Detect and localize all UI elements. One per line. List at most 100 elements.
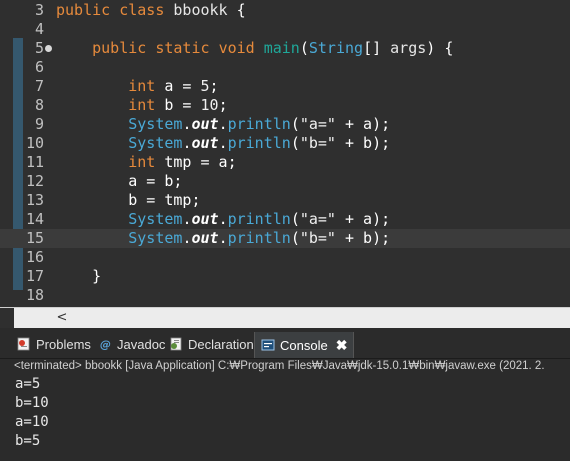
code-token: int	[128, 153, 156, 171]
tab-problems-label: Problems	[36, 337, 91, 352]
line-number: 17	[25, 267, 44, 285]
code-token: {	[227, 1, 246, 19]
code-text: int tmp = a;	[56, 153, 236, 172]
code-token: .	[218, 229, 228, 247]
code-token: a =	[155, 77, 201, 95]
code-editor[interactable]: 3 public class bbookk {4 5 public static v…	[0, 0, 570, 307]
code-line[interactable]: 4	[0, 20, 570, 39]
code-line[interactable]: 15 System.out.println("b=" + b);	[0, 229, 570, 248]
tab-console-label: Console	[280, 338, 328, 353]
code-token: ) {	[426, 39, 454, 57]
code-line[interactable]: 16	[0, 248, 570, 267]
code-token: b =	[155, 96, 201, 114]
code-line[interactable]: 17 }	[0, 267, 570, 286]
ide-window: 3 public class bbookk {4 5 public static v…	[0, 0, 570, 461]
code-token: 5	[200, 77, 210, 95]
console-icon	[261, 335, 275, 351]
code-line[interactable]: 9 System.out.println("a=" + a);	[0, 115, 570, 134]
code-text: System.out.println("a=" + a);	[56, 115, 390, 134]
code-token: "a="	[299, 115, 336, 133]
code-text: public class bbookk {	[56, 1, 246, 20]
code-token: .	[218, 115, 228, 133]
close-console-icon[interactable]: ✖	[336, 332, 348, 358]
editor-horizontal-scrollbar[interactable]: <	[0, 307, 570, 328]
code-token: 10	[200, 96, 219, 114]
code-token: []	[363, 39, 391, 57]
code-text: System.out.println("a=" + a);	[56, 210, 390, 229]
code-token: ;	[218, 96, 228, 114]
code-token: args	[390, 39, 427, 57]
console-output-line: a=10	[15, 414, 49, 430]
code-text: b = tmp;	[56, 191, 201, 210]
console-left-margin	[0, 359, 12, 461]
code-text: int a = 5;	[56, 77, 219, 96]
code-token: public	[92, 39, 147, 57]
console-output-line: b=10	[15, 395, 49, 411]
code-line[interactable]: 11 int tmp = a;	[0, 153, 570, 172]
code-token: int	[128, 77, 156, 95]
code-line[interactable]: 10 System.out.println("b=" + b);	[0, 134, 570, 153]
problems-icon	[17, 337, 31, 351]
console-output-line: b=5	[15, 433, 41, 449]
tab-declaration[interactable]: Declaration	[169, 335, 254, 355]
line-number: 9	[34, 115, 44, 133]
code-line[interactable]: 18	[0, 286, 570, 305]
code-token: out	[191, 115, 219, 133]
code-token: System	[128, 210, 183, 228]
code-token: "b="	[299, 229, 336, 247]
code-token: ;	[209, 77, 219, 95]
code-line[interactable]: 12 a = b;	[0, 172, 570, 191]
code-token: + a);	[335, 115, 391, 133]
code-text: int b = 10;	[56, 96, 228, 115]
code-token: b = tmp;	[56, 191, 201, 209]
javadoc-icon: @	[98, 337, 112, 351]
line-number: 11	[25, 153, 44, 171]
fold-collapse-icon[interactable]	[45, 45, 52, 52]
scroll-left-arrow-icon[interactable]: <	[52, 308, 72, 328]
code-line[interactable]: 7 int a = 5;	[0, 77, 570, 96]
code-token: println	[227, 115, 291, 133]
code-text: public static void main(String[] args) {	[56, 39, 453, 58]
code-line[interactable]: 13 b = tmp;	[0, 191, 570, 210]
code-token: static	[155, 39, 210, 57]
declaration-icon	[169, 337, 183, 351]
gutter-filler	[0, 308, 14, 328]
code-token: }	[56, 267, 102, 285]
code-token: + b);	[335, 229, 391, 247]
code-token: + a);	[335, 210, 391, 228]
code-line[interactable]: 5 public static void main(String[] args)…	[0, 39, 570, 58]
code-token: main	[263, 39, 300, 57]
code-line[interactable]: 6	[0, 58, 570, 77]
code-line[interactable]: 14 System.out.println("a=" + a);	[0, 210, 570, 229]
code-token: .	[218, 210, 228, 228]
tab-javadoc[interactable]: @ Javadoc	[98, 335, 165, 355]
code-token: a = b;	[56, 172, 183, 190]
code-token: println	[227, 134, 291, 152]
code-line[interactable]: 3 public class bbookk {	[0, 1, 570, 20]
console-status: <terminated> bbookk [Java Application] C…	[14, 360, 545, 372]
code-token: println	[227, 210, 291, 228]
code-token: void	[218, 39, 255, 57]
console-view[interactable]: <terminated> bbookk [Java Application] C…	[0, 359, 570, 461]
tab-console[interactable]: Console ✖	[254, 332, 355, 358]
tab-javadoc-label: Javadoc	[117, 337, 166, 352]
scrollbar-track[interactable]	[14, 308, 570, 328]
code-line[interactable]: 8 int b = 10;	[0, 96, 570, 115]
code-token: + b);	[335, 134, 391, 152]
code-token: "b="	[299, 134, 336, 152]
line-number: 16	[25, 248, 44, 266]
code-token: int	[128, 96, 156, 114]
code-token: (	[290, 229, 300, 247]
code-token: (	[290, 210, 300, 228]
tab-problems[interactable]: Problems	[17, 335, 91, 355]
